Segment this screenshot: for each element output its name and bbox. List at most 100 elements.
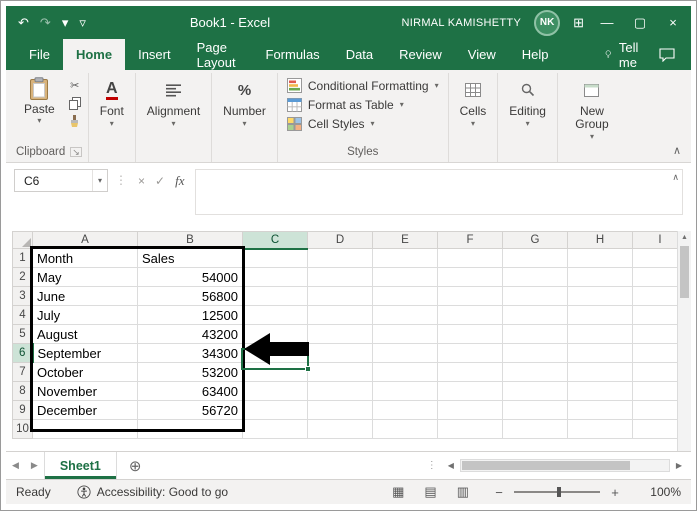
tab-file[interactable]: File — [16, 39, 63, 70]
tell-me-button[interactable]: Tell me — [597, 39, 651, 70]
normal-view-icon[interactable]: ▦ — [392, 484, 404, 500]
row-header-7[interactable]: 7 — [12, 362, 33, 382]
cell-D10[interactable] — [307, 419, 373, 439]
tab-review[interactable]: Review — [386, 39, 455, 70]
cell-H6[interactable] — [567, 343, 633, 363]
cell-E8[interactable] — [372, 381, 438, 401]
comments-button[interactable] — [651, 39, 691, 70]
expand-formula-bar-icon[interactable]: ∧ — [672, 172, 679, 183]
cell-D7[interactable] — [307, 362, 373, 382]
cell-E4[interactable] — [372, 305, 438, 325]
chevron-down-icon[interactable]: ▾ — [91, 170, 107, 191]
row-header-8[interactable]: 8 — [12, 381, 33, 401]
cells-group-button[interactable]: Cells ▾ — [455, 75, 492, 130]
close-button[interactable]: × — [663, 15, 683, 30]
page-layout-view-icon[interactable]: ▤ — [424, 484, 436, 500]
scroll-up-icon[interactable]: ▲ — [681, 234, 688, 241]
cell-A9[interactable]: December — [32, 400, 138, 420]
cell-E7[interactable] — [372, 362, 438, 382]
column-header-e[interactable]: E — [372, 231, 438, 249]
cell-C2[interactable] — [242, 267, 308, 287]
cell-H1[interactable] — [567, 248, 633, 268]
format-painter-icon[interactable] — [69, 115, 80, 128]
cell-G5[interactable] — [502, 324, 568, 344]
redo-icon[interactable]: ↷ — [40, 15, 51, 31]
horizontal-scrollbar-thumb[interactable] — [461, 461, 630, 470]
zoom-slider-thumb[interactable] — [557, 487, 561, 497]
page-break-preview-icon[interactable]: ▥ — [457, 484, 469, 500]
cancel-icon[interactable]: × — [138, 174, 145, 188]
formula-input[interactable]: ∧ — [195, 169, 683, 215]
cell-G1[interactable] — [502, 248, 568, 268]
row-header-9[interactable]: 9 — [12, 400, 33, 420]
column-header-a[interactable]: A — [32, 231, 138, 249]
accessibility-status[interactable]: Accessibility: Good to go — [77, 485, 228, 499]
new-group-button[interactable]: New Group ▾ — [564, 75, 620, 143]
cell-D9[interactable] — [307, 400, 373, 420]
cell-E3[interactable] — [372, 286, 438, 306]
font-group-button[interactable]: A Font ▾ — [95, 75, 129, 130]
sheet-tab-sheet1[interactable]: Sheet1 — [43, 452, 117, 479]
cell-A10[interactable] — [32, 419, 138, 439]
cell-G7[interactable] — [502, 362, 568, 382]
cell-A6[interactable]: September — [32, 343, 138, 363]
zoom-level[interactable]: 100% — [645, 485, 681, 499]
cell-C3[interactable] — [242, 286, 308, 306]
cell-D8[interactable] — [307, 381, 373, 401]
row-header-10[interactable]: 10 — [12, 419, 33, 439]
cell-C7[interactable] — [242, 362, 308, 382]
cell-E6[interactable] — [372, 343, 438, 363]
row-header-5[interactable]: 5 — [12, 324, 33, 344]
cell-G3[interactable] — [502, 286, 568, 306]
cell-B5[interactable]: 43200 — [137, 324, 243, 344]
tab-view[interactable]: View — [455, 39, 509, 70]
cell-E10[interactable] — [372, 419, 438, 439]
cell-A1[interactable]: Month — [32, 248, 138, 268]
paste-button[interactable]: Paste ▾ — [17, 75, 62, 126]
cell-C6[interactable] — [242, 343, 308, 363]
conditional-formatting-button[interactable]: Conditional Formatting ▾ — [284, 77, 442, 94]
cell-F9[interactable] — [437, 400, 503, 420]
cell-C5[interactable] — [242, 324, 308, 344]
row-header-6[interactable]: 6 — [12, 343, 34, 363]
cell-E1[interactable] — [372, 248, 438, 268]
format-as-table-button[interactable]: Format as Table ▾ — [284, 97, 407, 113]
cell-D5[interactable] — [307, 324, 373, 344]
tab-formulas[interactable]: Formulas — [253, 39, 333, 70]
row-header-1[interactable]: 1 — [12, 248, 33, 268]
enter-icon[interactable]: ✓ — [155, 174, 165, 188]
column-header-h[interactable]: H — [567, 231, 633, 249]
cell-H8[interactable] — [567, 381, 633, 401]
insert-function-icon[interactable]: fx — [175, 173, 184, 189]
cell-G9[interactable] — [502, 400, 568, 420]
zoom-in-icon[interactable]: + — [609, 485, 621, 500]
cell-H9[interactable] — [567, 400, 633, 420]
maximize-button[interactable]: ▢ — [630, 15, 650, 31]
user-name[interactable]: NIRMAL KAMISHETTY — [401, 17, 521, 29]
cell-C10[interactable] — [242, 419, 308, 439]
chevron-down-icon[interactable]: ▾ — [62, 15, 69, 31]
cell-A5[interactable]: August — [32, 324, 138, 344]
number-group-button[interactable]: % Number ▾ — [218, 75, 271, 130]
column-header-c[interactable]: C — [242, 231, 308, 250]
scroll-left-icon[interactable]: ◀ — [445, 461, 457, 470]
cell-C8[interactable] — [242, 381, 308, 401]
select-all-corner[interactable] — [12, 231, 33, 249]
vertical-scrollbar[interactable]: ▲ — [677, 231, 691, 451]
horizontal-scrollbar-track[interactable] — [459, 459, 670, 472]
cell-F7[interactable] — [437, 362, 503, 382]
cell-B7[interactable]: 53200 — [137, 362, 243, 382]
cell-H4[interactable] — [567, 305, 633, 325]
cell-F5[interactable] — [437, 324, 503, 344]
tab-data[interactable]: Data — [333, 39, 386, 70]
minimize-button[interactable]: — — [597, 15, 617, 30]
cell-D2[interactable] — [307, 267, 373, 287]
tab-help[interactable]: Help — [509, 39, 562, 70]
cell-F3[interactable] — [437, 286, 503, 306]
collapse-ribbon-icon[interactable]: ∧ — [673, 144, 681, 157]
cell-C1[interactable] — [242, 248, 308, 268]
column-header-g[interactable]: G — [502, 231, 568, 249]
cell-H7[interactable] — [567, 362, 633, 382]
column-header-b[interactable]: B — [137, 231, 243, 249]
cell-B4[interactable]: 12500 — [137, 305, 243, 325]
